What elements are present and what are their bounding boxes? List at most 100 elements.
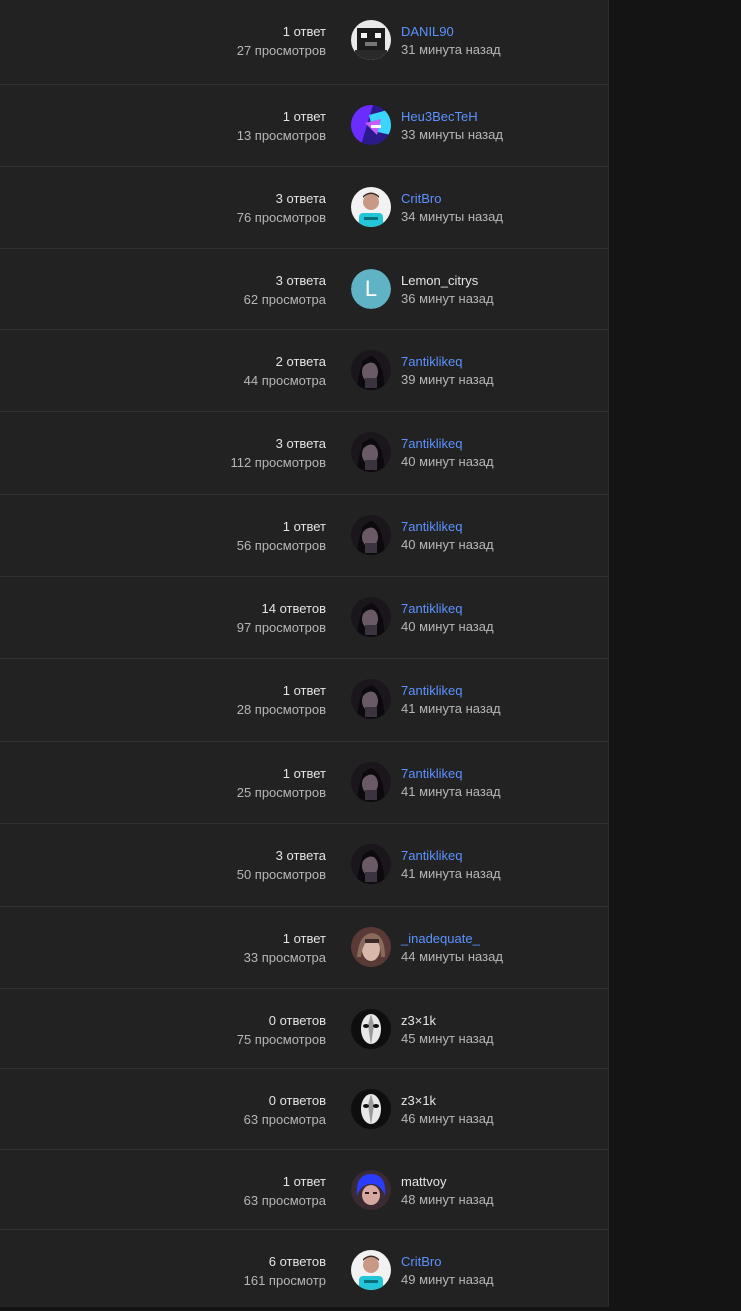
thread-last-post: Lemon_citrys 36 минут назад bbox=[401, 273, 494, 307]
post-time[interactable]: 41 минута назад bbox=[401, 701, 501, 717]
avatar[interactable] bbox=[351, 515, 391, 555]
author-name[interactable]: 7antiklikeq bbox=[401, 848, 501, 864]
author-name[interactable]: 7antiklikeq bbox=[401, 354, 494, 370]
avatar[interactable] bbox=[351, 597, 391, 637]
avatar[interactable] bbox=[351, 20, 391, 60]
avatar[interactable] bbox=[351, 1170, 391, 1210]
avatar[interactable] bbox=[351, 927, 391, 967]
thread-row[interactable]: 3 ответа 50 просмотров 7antiklikeq 41 минут… bbox=[0, 823, 608, 905]
avatar[interactable] bbox=[351, 1250, 391, 1290]
post-time[interactable]: 40 минут назад bbox=[401, 619, 494, 635]
reply-count: 2 ответа bbox=[275, 354, 326, 369]
reply-count: 14 ответов bbox=[261, 601, 326, 616]
thread-stats: 6 ответов 161 просмотр bbox=[244, 1254, 326, 1289]
avatar[interactable] bbox=[351, 105, 391, 145]
avatar[interactable]: L bbox=[351, 269, 391, 309]
avatar[interactable] bbox=[351, 762, 391, 802]
post-time[interactable]: 46 минут назад bbox=[401, 1111, 494, 1127]
avatar[interactable] bbox=[351, 1089, 391, 1129]
author-name[interactable]: z3×1k bbox=[401, 1093, 494, 1109]
avatar-letter: L bbox=[351, 269, 391, 309]
post-time[interactable]: 33 минуты назад bbox=[401, 127, 503, 143]
thread-stats: 1 ответ 56 просмотров bbox=[237, 519, 326, 554]
thread-last-post: CritBro 49 минут назад bbox=[401, 1254, 494, 1288]
avatar[interactable] bbox=[351, 187, 391, 227]
author-name[interactable]: DANIL90 bbox=[401, 24, 501, 40]
author-name[interactable]: mattvoy bbox=[401, 1174, 494, 1190]
view-count: 97 просмотров bbox=[236, 620, 326, 635]
thread-row[interactable]: 2 ответа 44 просмотра 7antiklikeq 39 минут … bbox=[0, 329, 608, 411]
thread-last-post: 7antiklikeq 39 минут назад bbox=[401, 354, 494, 388]
author-name[interactable]: CritBro bbox=[401, 191, 503, 207]
thread-stats: 0 ответов 63 просмотра bbox=[244, 1093, 326, 1128]
view-count: 62 просмотра bbox=[243, 292, 326, 307]
author-name[interactable]: z3×1k bbox=[401, 1013, 494, 1029]
thread-row[interactable]: 14 ответов 97 просмотров 7antiklikeq 40 мин… bbox=[0, 576, 608, 658]
avatar-image bbox=[351, 1250, 391, 1290]
author-name[interactable]: 7antiklikeq bbox=[401, 601, 494, 617]
reply-count: 1 ответ bbox=[282, 683, 326, 698]
author-name[interactable]: _inadequate_ bbox=[401, 931, 503, 947]
avatar[interactable] bbox=[351, 350, 391, 390]
avatar[interactable] bbox=[351, 679, 391, 719]
author-name[interactable]: 7antiklikeq bbox=[401, 519, 494, 535]
post-time[interactable]: 48 минут назад bbox=[401, 1192, 494, 1208]
post-time[interactable]: 41 минута назад bbox=[401, 866, 501, 882]
thread-row[interactable]: 1 ответ 33 просмотра _inadequate_ 44 минуты… bbox=[0, 906, 608, 988]
thread-row[interactable]: 3 ответа 112 просмотров 7antiklikeq 40 мину… bbox=[0, 411, 608, 493]
thread-stats: 1 ответ 13 просмотров bbox=[237, 109, 326, 144]
thread-stats: 3 ответа 112 просмотров bbox=[230, 436, 326, 471]
post-time[interactable]: 41 минута назад bbox=[401, 784, 501, 800]
post-time[interactable]: 36 минут назад bbox=[401, 291, 494, 307]
avatar[interactable] bbox=[351, 1009, 391, 1049]
thread-row[interactable]: 3 ответа 76 просмотров CritBro 34 минуты на… bbox=[0, 166, 608, 248]
post-time[interactable]: 34 минуты назад bbox=[401, 209, 503, 225]
thread-list-panel: 1 ответ 27 просмотров DANIL90 31 минута наз… bbox=[0, 0, 609, 1307]
post-time[interactable]: 40 минут назад bbox=[401, 537, 494, 553]
author-name[interactable]: CritBro bbox=[401, 1254, 494, 1270]
reply-count: 6 ответов bbox=[268, 1254, 326, 1269]
post-time[interactable]: 44 минуты назад bbox=[401, 949, 503, 965]
view-count: 63 просмотра bbox=[243, 1193, 326, 1208]
thread-row[interactable]: 1 ответ 13 просмотров Heu3BecTeH 33 минуты … bbox=[0, 84, 608, 166]
avatar-image bbox=[351, 927, 391, 967]
avatar-image bbox=[351, 679, 391, 719]
avatar-image bbox=[351, 762, 391, 802]
avatar[interactable] bbox=[351, 432, 391, 472]
thread-row[interactable]: 0 ответов 63 просмотра z3×1k 46 минут назад bbox=[0, 1068, 608, 1150]
view-count: 13 просмотров bbox=[236, 128, 326, 143]
post-time[interactable]: 49 минут назад bbox=[401, 1272, 494, 1288]
thread-row[interactable]: 0 ответов 75 просмотров z3×1k 45 минут наза… bbox=[0, 988, 608, 1070]
post-time[interactable]: 45 минут назад bbox=[401, 1031, 494, 1047]
avatar[interactable] bbox=[351, 844, 391, 884]
avatar-image bbox=[351, 1089, 391, 1129]
reply-count: 3 ответа bbox=[275, 273, 326, 288]
post-time[interactable]: 40 минут назад bbox=[401, 454, 494, 470]
thread-row[interactable]: 1 ответ 63 просмотра mattvoy 48 минут назад bbox=[0, 1149, 608, 1231]
author-name[interactable]: 7antiklikeq bbox=[401, 436, 494, 452]
view-count: 28 просмотров bbox=[236, 702, 326, 717]
post-time[interactable]: 39 минут назад bbox=[401, 372, 494, 388]
thread-row[interactable]: 3 ответа 62 просмотра L Lemon_citrys 36 мину… bbox=[0, 248, 608, 330]
thread-stats: 3 ответа 76 просмотров bbox=[237, 191, 326, 226]
view-count: 76 просмотров bbox=[236, 210, 326, 225]
post-time[interactable]: 31 минута назад bbox=[401, 42, 501, 58]
author-name[interactable]: Heu3BecTeH bbox=[401, 109, 503, 125]
avatar-image bbox=[351, 515, 391, 555]
reply-count: 1 ответ bbox=[282, 931, 326, 946]
author-name[interactable]: 7antiklikeq bbox=[401, 683, 501, 699]
thread-row[interactable]: 6 ответов 161 просмотр CritBro 49 минут наз… bbox=[0, 1229, 608, 1311]
thread-last-post: z3×1k 45 минут назад bbox=[401, 1013, 494, 1047]
thread-row[interactable]: 1 ответ 25 просмотров 7antiklikeq 41 минута… bbox=[0, 741, 608, 823]
avatar-image bbox=[351, 1009, 391, 1049]
thread-stats: 1 ответ 27 просмотров bbox=[237, 24, 326, 59]
thread-row[interactable]: 1 ответ 56 просмотров 7antiklikeq 40 минут … bbox=[0, 494, 608, 576]
thread-stats: 1 ответ 25 просмотров bbox=[237, 766, 326, 801]
author-name[interactable]: Lemon_citrys bbox=[401, 273, 494, 289]
author-name[interactable]: 7antiklikeq bbox=[401, 766, 501, 782]
reply-count: 1 ответ bbox=[282, 519, 326, 534]
view-count: 112 просмотров bbox=[230, 455, 326, 470]
avatar-image bbox=[351, 1170, 391, 1210]
thread-row[interactable]: 1 ответ 27 просмотров DANIL90 31 минута наз… bbox=[0, 0, 608, 81]
thread-row[interactable]: 1 ответ 28 просмотров 7antiklikeq 41 минута… bbox=[0, 658, 608, 740]
